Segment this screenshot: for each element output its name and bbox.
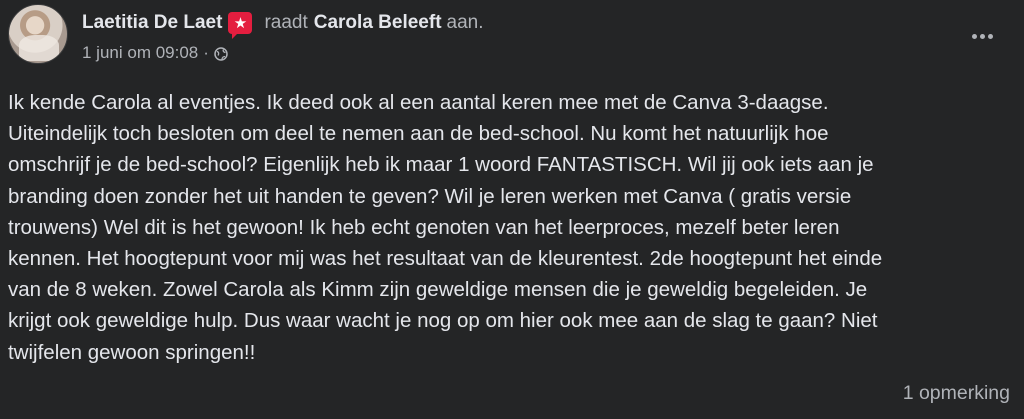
post-meta: Laetitia De Laet ★ raadt Carola Beleeft …	[82, 4, 484, 63]
action-suffix: aan.	[446, 12, 484, 33]
action-verb: raadt	[264, 12, 308, 33]
post-info: 1 juni om 09:08 ·	[82, 43, 484, 63]
recommendation-post: Laetitia De Laet ★ raadt Carola Beleeft …	[0, 0, 1024, 419]
post-text: Ik kende Carola al eventjes. Ik deed ook…	[8, 91, 883, 364]
post-headline: Laetitia De Laet ★ raadt Carola Beleeft …	[82, 11, 484, 39]
recommended-page-name[interactable]: Carola Beleeft	[314, 11, 442, 35]
post-date[interactable]: 1 juni om 09:08	[82, 43, 198, 63]
author-name[interactable]: Laetitia De Laet	[82, 11, 222, 35]
separator: ·	[203, 43, 209, 62]
comments-count-link[interactable]: 1 opmerking	[903, 382, 1010, 405]
recommendation-star-icon: ★	[228, 12, 253, 39]
avatar[interactable]	[8, 4, 68, 64]
more-options-icon[interactable]	[968, 26, 996, 46]
globe-icon[interactable]	[214, 46, 228, 61]
post-header: Laetitia De Laet ★ raadt Carola Beleeft …	[8, 4, 484, 68]
